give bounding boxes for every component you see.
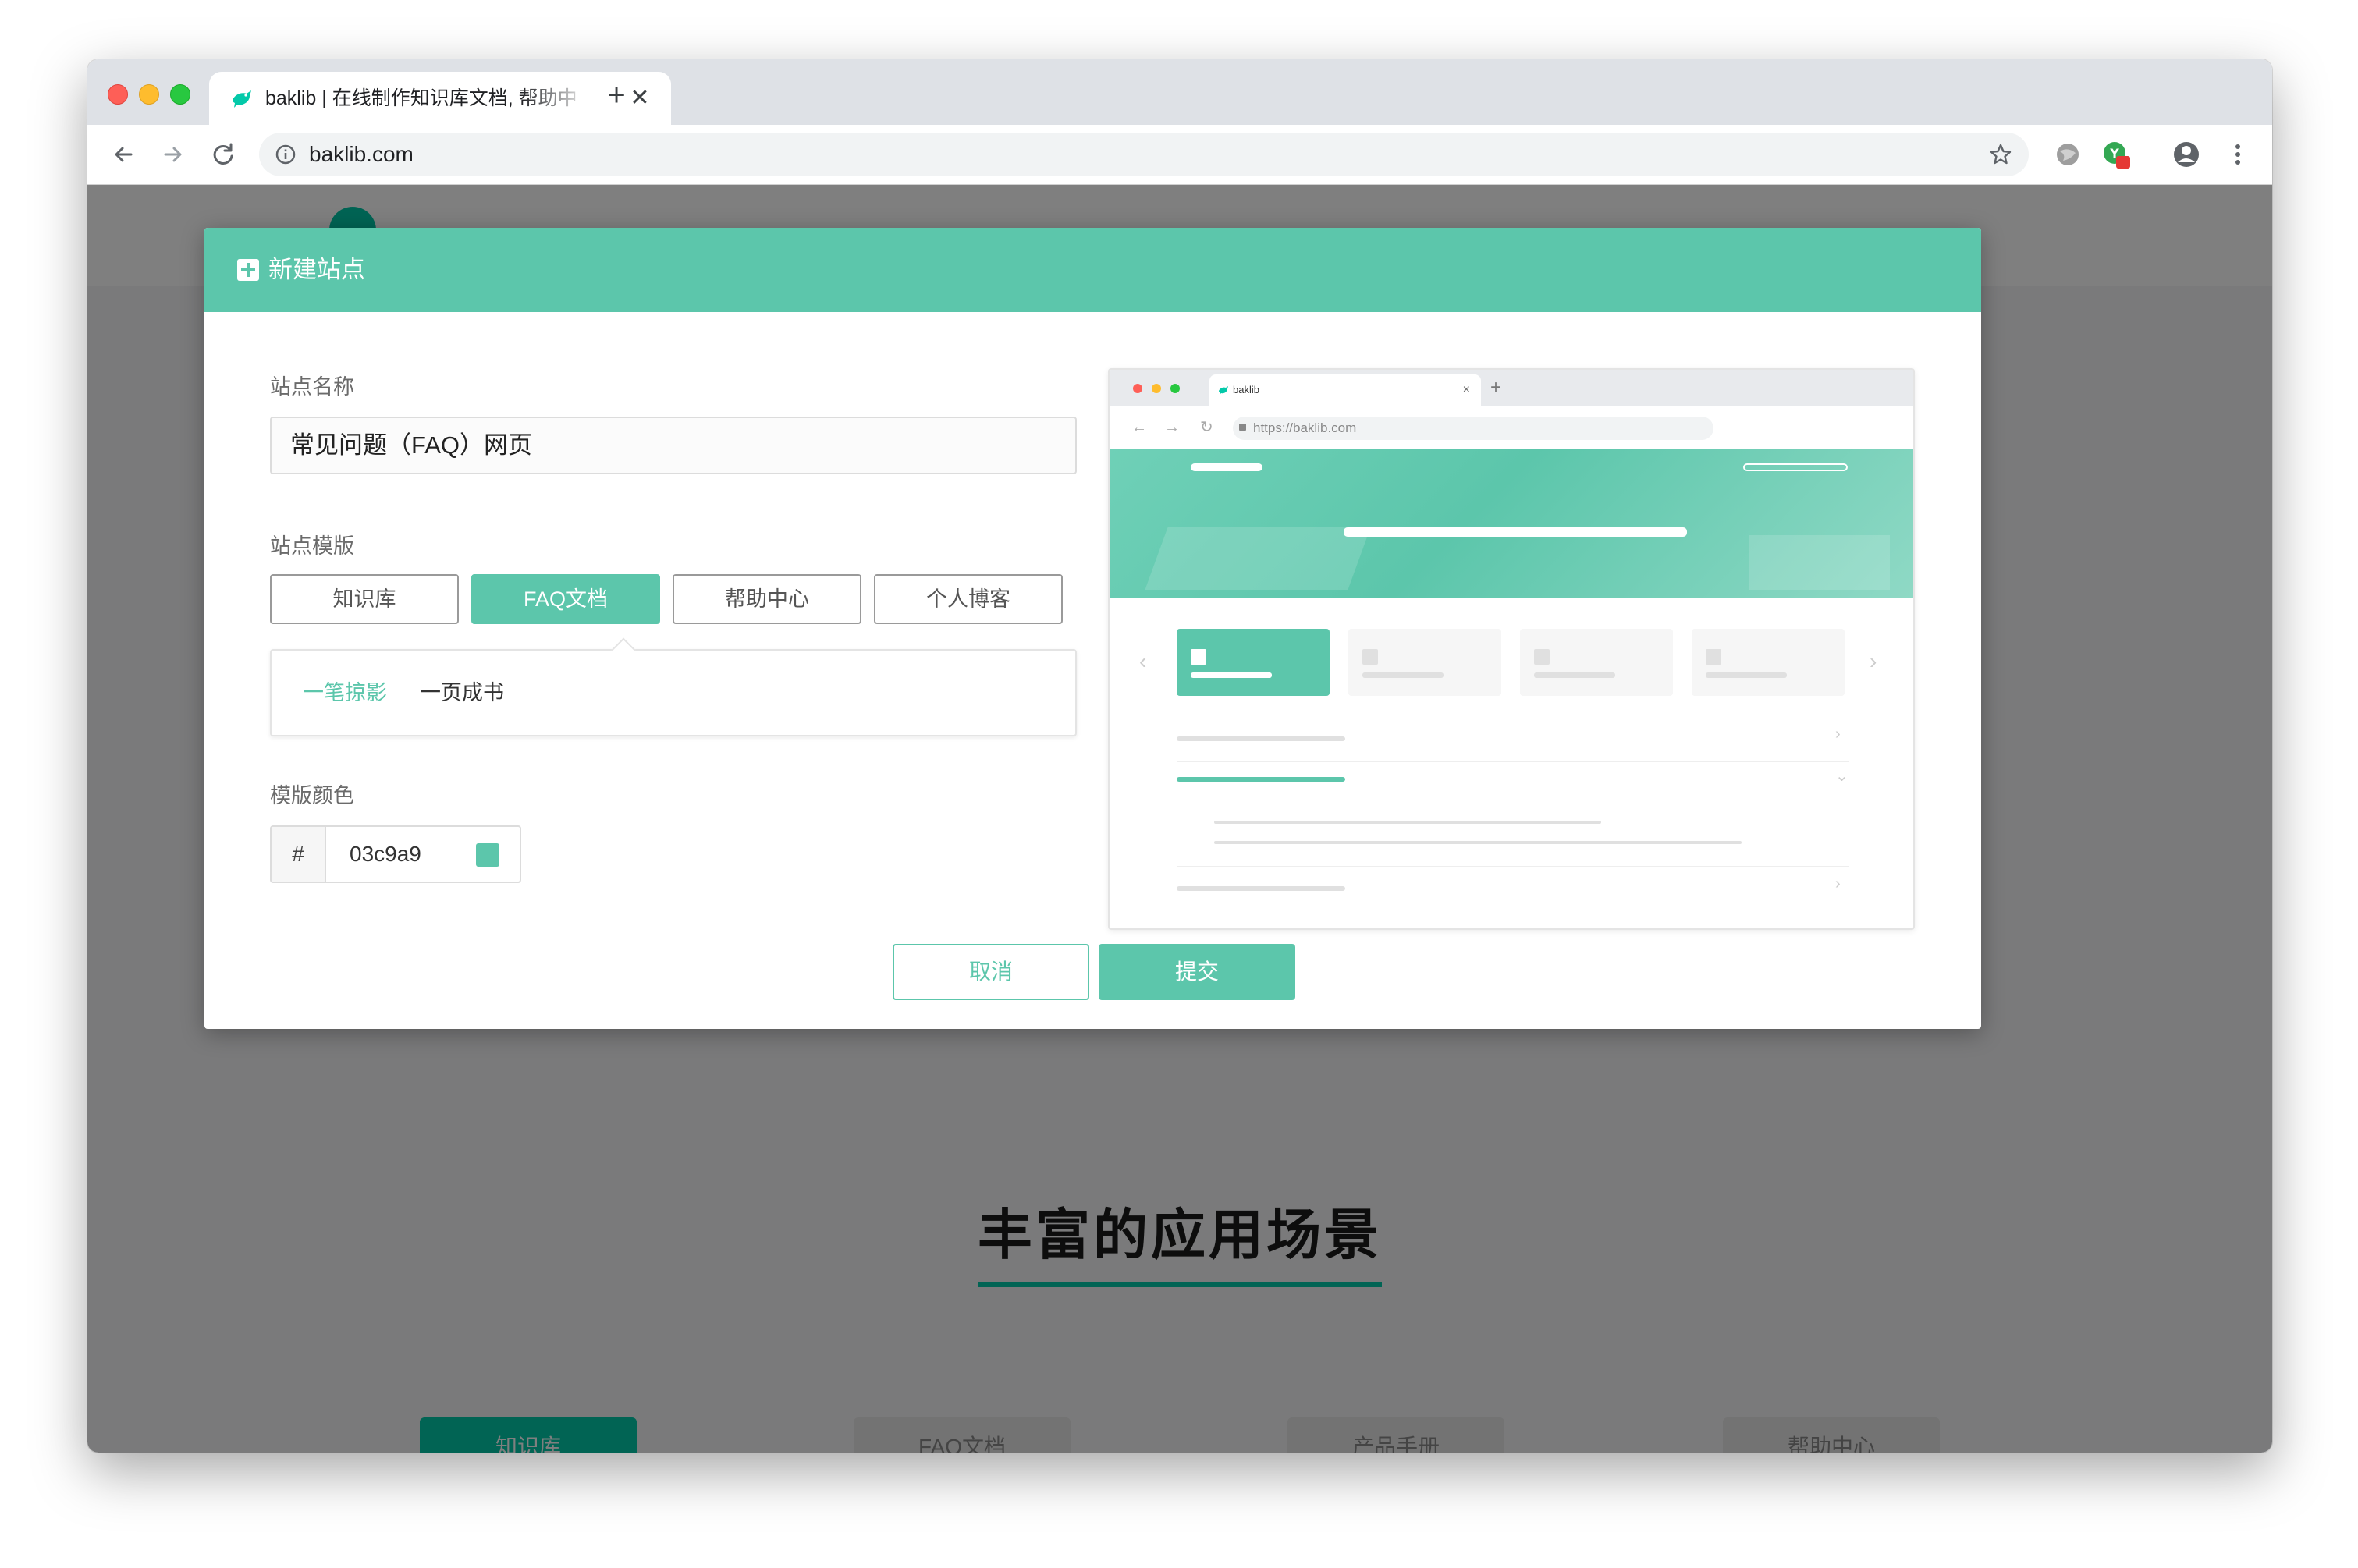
template-style-options: 一笔掠影 一页成书 [270, 637, 1077, 736]
browser-toolbar: baklib.com Y [87, 125, 2272, 185]
site-name-label: 站点名称 [270, 375, 354, 399]
template-blog-button[interactable]: 个人博客 [874, 574, 1063, 624]
new-tab-button[interactable]: + [601, 80, 632, 111]
site-name-input[interactable]: 常见问题（FAQ）网页 [270, 417, 1077, 474]
bird-logo-icon [233, 90, 251, 108]
preview-back-icon: ← [1131, 419, 1147, 436]
minimize-window-button[interactable] [139, 84, 159, 105]
preview-close-icon: × [1462, 383, 1470, 396]
preview-forward-icon: → [1164, 419, 1180, 436]
info-icon[interactable] [275, 144, 297, 165]
cancel-button[interactable]: 取消 [893, 944, 1089, 1000]
back-arrow-icon[interactable] [108, 139, 139, 170]
template-faq-button[interactable]: FAQ文档 [471, 574, 660, 624]
reload-icon[interactable] [208, 139, 239, 170]
color-input[interactable]: # 03c9a9 [270, 825, 521, 883]
preview-url: https://baklib.com [1233, 417, 1713, 440]
template-label: 站点模版 [270, 534, 354, 558]
tab-strip: baklib | 在线制作知识库文档, 帮助中心 ✕ + [87, 59, 2272, 125]
color-label: 模版颜色 [270, 784, 354, 807]
bird-logo-icon [1219, 386, 1228, 395]
close-window-button[interactable] [108, 84, 128, 105]
globe-extension-icon[interactable] [2052, 139, 2083, 170]
plus-square-icon [237, 259, 259, 281]
style-option-glimpse[interactable]: 一笔掠影 [303, 651, 387, 735]
modal-header: 新建站点 [204, 228, 1981, 312]
preview-right-arrow: › [1870, 649, 1877, 673]
star-icon[interactable] [1988, 142, 2013, 167]
color-prefix: # [272, 827, 326, 882]
preview-plus-icon: + [1490, 377, 1502, 398]
new-site-modal: 新建站点 站点名称 常见问题（FAQ）网页 站点模版 知识库 FAQ文档 帮助中… [204, 228, 1981, 1029]
template-help-button[interactable]: 帮助中心 [673, 574, 861, 624]
lock-icon [1239, 424, 1246, 431]
modal-title: 新建站点 [268, 256, 365, 283]
color-value[interactable]: 03c9a9 [350, 827, 421, 882]
address-bar[interactable]: baklib.com [259, 133, 2029, 176]
preview-tab: baklib × [1209, 374, 1481, 406]
style-option-onepage[interactable]: 一页成书 [420, 651, 504, 735]
preview-reload-icon: ↻ [1200, 419, 1213, 436]
menu-dots-icon[interactable] [2222, 139, 2253, 170]
template-preview: baklib × + ← → ↻ https://baklib.com ‹ › [1108, 368, 1915, 930]
submit-button[interactable]: 提交 [1099, 944, 1295, 1000]
preview-left-arrow: ‹ [1139, 649, 1147, 673]
profile-icon[interactable] [2171, 139, 2202, 170]
preview-hero [1110, 449, 1913, 598]
template-knowledge-button[interactable]: 知识库 [270, 574, 459, 624]
forward-arrow-icon[interactable] [158, 139, 189, 170]
color-swatch[interactable] [476, 843, 499, 867]
address-url: baklib.com [309, 142, 414, 166]
preview-tab-title: baklib [1233, 384, 1259, 396]
maximize-window-button[interactable] [170, 84, 190, 105]
translate-extension-icon[interactable]: Y [2101, 139, 2132, 170]
